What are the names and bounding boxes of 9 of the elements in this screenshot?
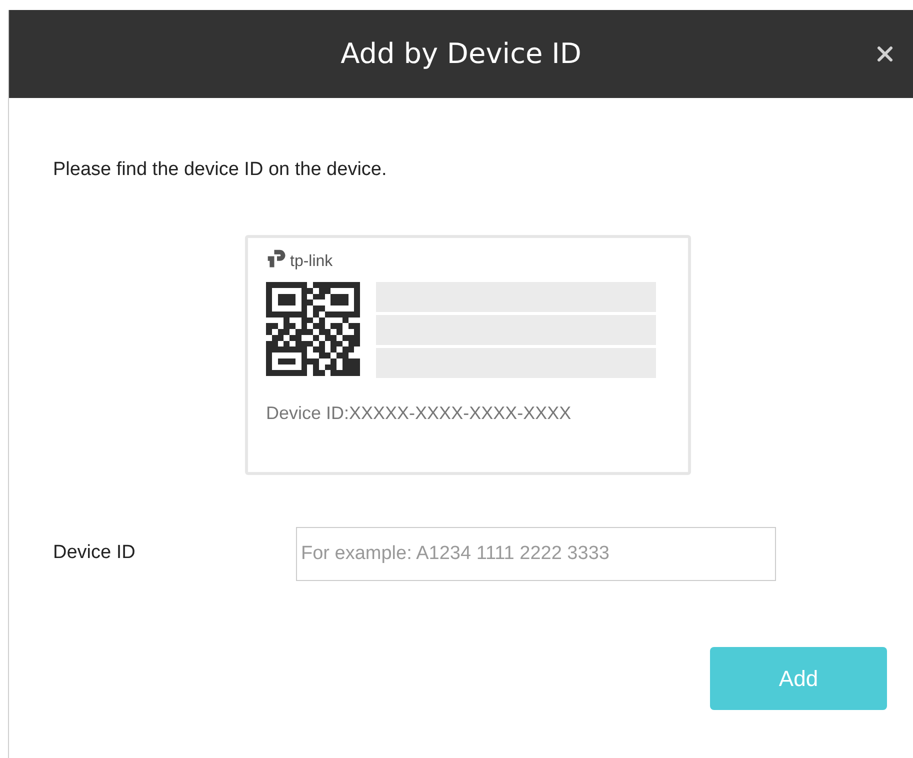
device-id-label: Device ID bbox=[53, 541, 136, 566]
device-id-example: Device ID:XXXXX-XXXX-XXXX-XXXX bbox=[266, 402, 572, 424]
device-id-input[interactable]: For example: A1234 1111 2222 3333 bbox=[296, 526, 776, 580]
instruction-text: Please find the device ID on the device. bbox=[53, 158, 388, 182]
brand-text: tp-link bbox=[290, 254, 333, 270]
logo-icon bbox=[266, 248, 288, 270]
dialog-title: Add by Device ID bbox=[340, 36, 582, 72]
qr-code-icon bbox=[266, 282, 360, 376]
add-button[interactable]: Add bbox=[710, 646, 887, 710]
